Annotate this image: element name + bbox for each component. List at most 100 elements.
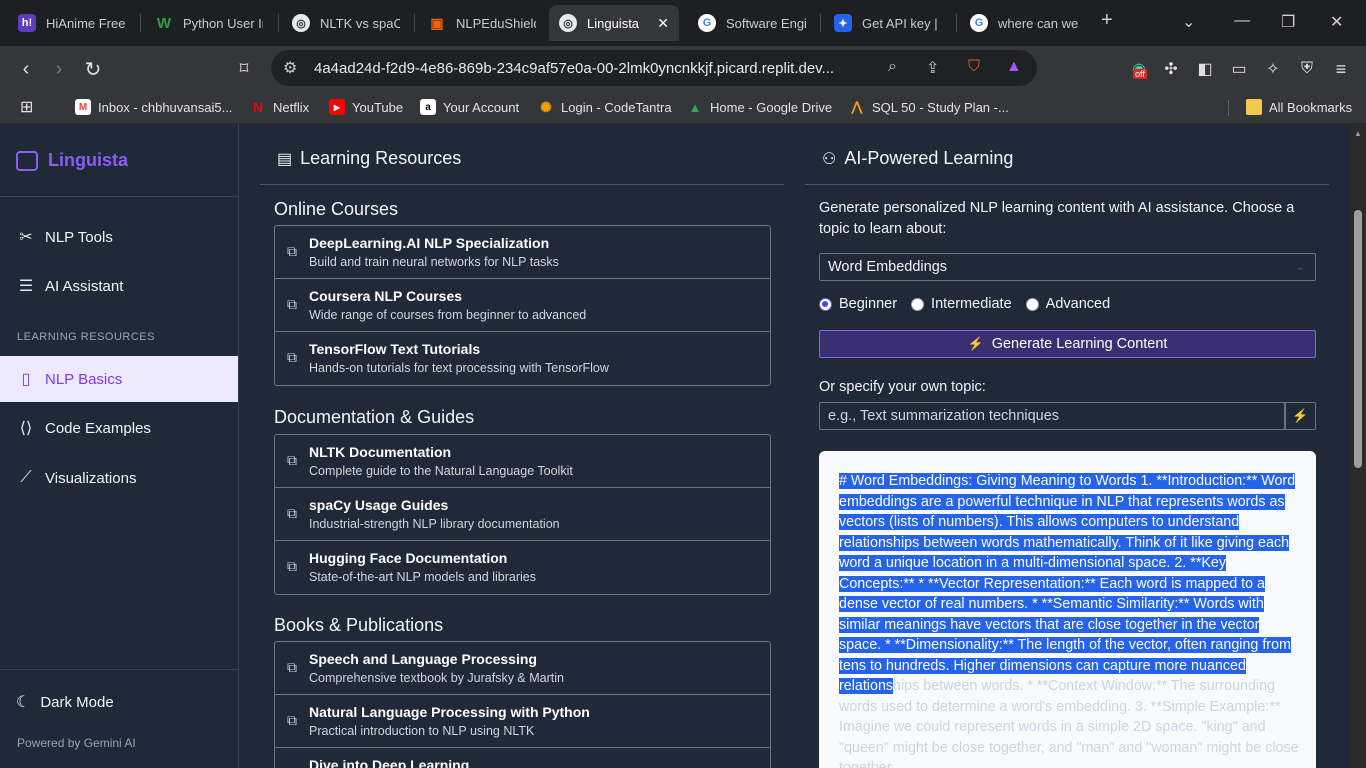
external-link-icon: ⧉ bbox=[287, 558, 297, 574]
minimize-icon[interactable]: — bbox=[1234, 12, 1250, 30]
bookmark-icon[interactable]: ⌑ bbox=[232, 57, 256, 81]
lightning-icon: ⚡ bbox=[1292, 408, 1309, 423]
bookmark-item[interactable]: ⋀ SQL 50 - Study Plan -... bbox=[849, 99, 1009, 115]
generated-content-card: # Word Embeddings: Giving Meaning to Wor… bbox=[819, 451, 1316, 768]
zoom-icon[interactable]: ⌕ bbox=[888, 58, 897, 76]
all-bookmarks[interactable]: All Bookmarks bbox=[1246, 99, 1352, 115]
radio-label: Beginner bbox=[839, 296, 898, 312]
resource-title: Coursera NLP Courses bbox=[309, 288, 463, 304]
dark-mode-toggle[interactable]: ☾ Dark Mode bbox=[16, 692, 114, 712]
share-icon[interactable]: ⇪ bbox=[926, 58, 939, 78]
extensions-icon[interactable]: ✣ bbox=[1159, 57, 1183, 81]
reload-icon[interactable]: ↻ bbox=[81, 57, 105, 81]
bookmark-item[interactable]: N Netflix bbox=[250, 99, 309, 115]
generated-content[interactable]: # Word Embeddings: Giving Meaning to Wor… bbox=[839, 471, 1299, 768]
browser-tab[interactable]: W Python User In bbox=[145, 5, 273, 41]
resource-item[interactable]: ⧉ Speech and Language Processing Compreh… bbox=[275, 642, 770, 695]
sidebar: Linguista ✂ NLP Tools ☰ AI Assistant LEA… bbox=[0, 124, 239, 768]
resource-title: Speech and Language Processing bbox=[309, 651, 537, 667]
page-scrollbar[interactable]: ▲ bbox=[1350, 124, 1366, 768]
radio-beginner[interactable]: Beginner bbox=[819, 296, 897, 312]
sidebar-item-code-examples[interactable]: ⟨⟩ Code Examples bbox=[0, 405, 238, 451]
leetcode-icon: ⋀ bbox=[851, 99, 863, 114]
resource-desc: Complete guide to the Natural Language T… bbox=[309, 464, 573, 478]
radio-dot[interactable] bbox=[1025, 297, 1039, 311]
bookmark-item[interactable]: ▲ Home - Google Drive bbox=[687, 99, 833, 115]
resource-item[interactable]: ⧉ DeepLearning.AI NLP Specialization Bui… bbox=[275, 226, 770, 279]
brave-shield-icon[interactable]: ⛉ bbox=[968, 58, 980, 76]
bookmark-item[interactable]: ▶ YouTube bbox=[329, 99, 403, 115]
bookmark-item[interactable]: a Your Account bbox=[420, 99, 519, 115]
resource-item[interactable]: ⧉ NLTK Documentation Complete guide to t… bbox=[275, 435, 770, 488]
level-radio-group: Beginner Intermediate Advanced bbox=[819, 296, 1124, 312]
leo-ai-icon[interactable]: ✧ bbox=[1261, 57, 1285, 81]
unselected-text[interactable]: hips between words. * **Context Window:*… bbox=[839, 678, 1299, 768]
url-text[interactable]: 4a4ad24d-f2d9-4e86-869b-234c9af57e0a-00-… bbox=[314, 60, 834, 77]
extension-badge: off bbox=[1133, 69, 1147, 79]
bookmark-label: Netflix bbox=[273, 99, 310, 115]
address-bar-row: ‹ › ↻ ⌑ ⚙ 4a4ad24d-f2d9-4e86-869b-234c9a… bbox=[0, 46, 1366, 92]
own-topic-input[interactable] bbox=[819, 402, 1285, 430]
generate-content-button[interactable]: ⚡ Generate Learning Content bbox=[819, 330, 1316, 358]
wallet-icon[interactable]: ▭ bbox=[1227, 57, 1251, 81]
resource-item[interactable]: ⧉ Hugging Face Documentation State-of-th… bbox=[275, 541, 770, 594]
group-heading: Online Courses bbox=[274, 199, 399, 219]
browser-tab[interactable]: ✦ Get API key | G bbox=[824, 5, 952, 41]
radio-intermediate[interactable]: Intermediate bbox=[911, 296, 1012, 312]
browser-tab[interactable]: G where can we bbox=[960, 5, 1088, 41]
new-tab-icon[interactable]: + bbox=[1101, 9, 1113, 32]
resource-desc: Hands-on tutorials for text processing w… bbox=[309, 361, 609, 375]
resource-item[interactable]: ⧉ Coursera NLP Courses Wide range of cou… bbox=[275, 279, 770, 332]
resource-desc: Build and train neural networks for NLP … bbox=[309, 255, 559, 269]
sidebar-item-label: Visualizations bbox=[45, 469, 137, 487]
section-title: AI-Powered Learning bbox=[844, 148, 1014, 168]
resource-item[interactable]: ⧉ TensorFlow Text Tutorials Hands-on tut… bbox=[275, 332, 770, 385]
omnibox[interactable]: ⚙ 4a4ad24d-f2d9-4e86-869b-234c9af57e0a-0… bbox=[271, 50, 1037, 86]
scroll-up-icon[interactable]: ▲ bbox=[1354, 129, 1362, 138]
google-drive-icon: ▲ bbox=[688, 99, 702, 115]
close-tab-icon[interactable]: ✕ bbox=[657, 15, 669, 32]
sidebar-item-visualizations[interactable]: ⟋ Visualizations bbox=[0, 455, 238, 501]
brave-rewards-icon[interactable]: ▲ bbox=[1006, 58, 1022, 76]
bookmark-item[interactable]: ✺ Login - CodeTantra bbox=[538, 99, 671, 115]
forward-icon[interactable]: › bbox=[47, 57, 71, 81]
resource-title: spaCy Usage Guides bbox=[309, 497, 449, 513]
tab-search-chevron-icon[interactable]: ⌄ bbox=[1182, 12, 1195, 32]
selected-text[interactable]: # Word Embeddings: Giving Meaning to Wor… bbox=[839, 473, 1296, 694]
robot-icon: ⚇ bbox=[822, 150, 837, 168]
bookmark-label: Inbox - chbhuvansai5... bbox=[98, 99, 233, 115]
tab-title: Python User In bbox=[183, 15, 263, 31]
chat-logo-icon bbox=[16, 150, 38, 171]
browser-tab-active[interactable]: ◎ Linguista ✕ bbox=[549, 5, 679, 41]
resource-item[interactable]: ⧉ Dive into Deep Learning bbox=[275, 748, 770, 768]
browser-tab[interactable]: G Software Engin bbox=[688, 5, 816, 41]
radio-dot[interactable] bbox=[819, 297, 832, 311]
vpn-icon[interactable]: ⛨ bbox=[1295, 57, 1319, 81]
menu-icon[interactable]: ≡ bbox=[1329, 57, 1353, 81]
restore-icon[interactable]: ❐ bbox=[1281, 12, 1295, 32]
bookmark-label: SQL 50 - Study Plan -... bbox=[872, 99, 1009, 115]
brand[interactable]: Linguista bbox=[16, 150, 128, 171]
browser-tab[interactable]: ◎ NLTK vs spaCy bbox=[282, 5, 410, 41]
sidebar-item-nlp-tools[interactable]: ✂ NLP Tools bbox=[0, 214, 238, 260]
close-window-icon[interactable]: ✕ bbox=[1330, 12, 1343, 32]
topic-select[interactable]: Word Embeddings ⌄ bbox=[819, 253, 1316, 281]
site-info-icon[interactable]: ⚙ bbox=[283, 58, 297, 78]
resource-item[interactable]: ⧉ Natural Language Processing with Pytho… bbox=[275, 695, 770, 748]
sidebar-item-nlp-basics[interactable]: ▯ NLP Basics bbox=[0, 356, 238, 402]
tab-title: NLTK vs spaCy bbox=[320, 15, 400, 31]
browser-tab[interactable]: h! HiAnime Free bbox=[8, 5, 136, 41]
radio-advanced[interactable]: Advanced bbox=[1025, 296, 1110, 312]
bookmark-item[interactable]: M Inbox - chbhuvansai5... bbox=[75, 99, 232, 115]
code-icon: ⟨⟩ bbox=[19, 420, 33, 437]
sidebar-toggle-icon[interactable]: ◧ bbox=[1193, 57, 1217, 81]
apps-grid-icon[interactable]: ⊞ bbox=[20, 97, 33, 117]
browser-tab[interactable]: ▣ NLPEduShield bbox=[418, 5, 546, 41]
own-topic-generate-button[interactable]: ⚡ bbox=[1285, 402, 1316, 430]
resource-item[interactable]: ⧉ spaCy Usage Guides Industrial-strength… bbox=[275, 488, 770, 541]
bookmark-label: YouTube bbox=[352, 99, 404, 115]
back-icon[interactable]: ‹ bbox=[14, 57, 38, 81]
radio-dot[interactable] bbox=[911, 297, 925, 311]
scroll-thumb[interactable] bbox=[1354, 210, 1362, 468]
sidebar-item-ai-assistant[interactable]: ☰ AI Assistant bbox=[0, 263, 238, 309]
